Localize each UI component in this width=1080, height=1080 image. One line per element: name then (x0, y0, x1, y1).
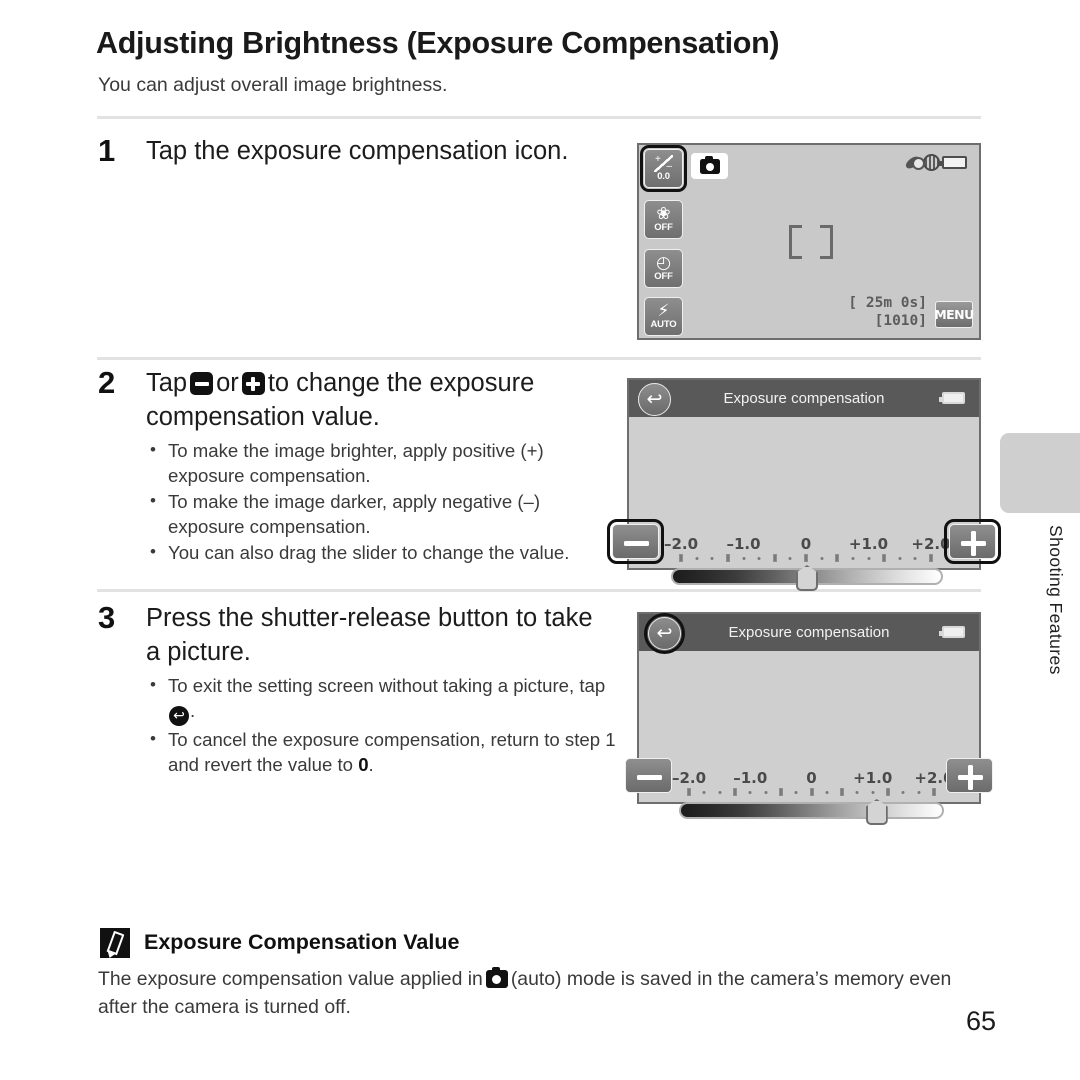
note-pencil-icon (100, 928, 130, 958)
bullet-text-part-1: To cancel the exposure compensation, ret… (168, 729, 616, 775)
side-tab-block (1000, 433, 1080, 513)
bullet-value: 0 (358, 754, 369, 775)
bullet-text-part-1: To exit the setting screen without takin… (168, 675, 606, 696)
increase-exposure-button[interactable] (946, 758, 993, 793)
step-1-heading: Tap the exposure compensation icon. (146, 137, 569, 165)
scale-label: –1.0 (726, 535, 761, 553)
time-remaining: [ 25m 0s] (848, 295, 927, 311)
step-1-number: 1 (98, 133, 116, 168)
divider-step2 (97, 357, 981, 360)
vibration-reduction-icon (905, 155, 921, 171)
manual-page: Adjusting Brightness (Exposure Compensat… (0, 0, 1080, 1080)
exposure-slider-thumb[interactable] (796, 565, 818, 591)
back-button[interactable]: ↩ (644, 613, 685, 654)
note-title: Exposure Compensation Value (144, 930, 460, 954)
scale-label: +1.0 (848, 535, 889, 553)
screen-title-bar: Exposure compensation (629, 380, 979, 417)
list-item: To cancel the exposure compensation, ret… (146, 726, 616, 777)
page-title: Adjusting Brightness (Exposure Compensat… (96, 26, 780, 60)
lightning-icon: ⚡ (657, 301, 670, 321)
flower-icon: ❀ (656, 204, 671, 224)
step-2-heading: Tap or to change the exposure compensation… (146, 366, 616, 434)
recording-counters: [ 25m 0s] [1010] (848, 294, 927, 330)
scale-ticks (679, 554, 933, 564)
divider-top (97, 116, 981, 119)
screen-title: Exposure compensation (728, 624, 890, 641)
page-subtitle: You can adjust overall image brightness. (98, 74, 448, 96)
exposure-slider-thumb[interactable] (865, 799, 888, 825)
battery-icon (939, 392, 965, 404)
plus-icon (241, 372, 265, 395)
exposure-slider-track[interactable] (679, 799, 944, 825)
page-number: 65 (965, 1006, 996, 1036)
decrease-exposure-button[interactable] (607, 519, 664, 564)
list-item: To exit the setting screen without takin… (146, 672, 616, 726)
scale-label: –2.0 (663, 535, 699, 553)
step-3-number: 3 (98, 600, 116, 635)
focus-area-brackets (789, 225, 833, 259)
ev-plus-minus-glyph: + – (654, 154, 673, 172)
screen-body: –2.0 –1.0 0 +1.0 +2.0 (639, 651, 979, 825)
status-indicators (905, 154, 967, 171)
list-item: To make the image brighter, apply positi… (146, 437, 616, 488)
decrease-exposure-button[interactable] (625, 758, 672, 793)
battery-icon (939, 156, 967, 169)
camera-icon (485, 967, 508, 988)
shooting-mode-badge (691, 153, 728, 179)
battery-icon (939, 626, 965, 638)
live-view-screen: + – 0.0 ❀ OFF ◴ OFF ⚡ AUTO [ 25m 0s] [10… (637, 143, 981, 340)
scale-label: 0 (806, 769, 817, 787)
screen-title: Exposure compensation (723, 390, 885, 407)
macro-mode-value: OFF (654, 222, 673, 233)
exposure-compensation-screen-step3: Exposure compensation –2.0 –1.0 0 +1.0 +… (625, 612, 993, 825)
exposure-compensation-icon[interactable]: + – 0.0 (640, 145, 687, 192)
step-2-heading-part-1: Tap (146, 369, 188, 397)
macro-mode-icon[interactable]: ❀ OFF (644, 200, 683, 239)
step-2-bullets: To make the image brighter, apply positi… (146, 437, 616, 566)
list-item: You can also drag the slider to change t… (146, 539, 616, 565)
step-2-number: 2 (98, 365, 116, 400)
step-2-heading-part-2: or (216, 369, 239, 397)
scale-label: –1.0 (733, 769, 768, 787)
screen-body: –2.0 –1.0 0 +1.0 +2.0 (629, 417, 979, 591)
shots-remaining: [1010] (874, 313, 927, 329)
note-body-part-1: The exposure compensation value applied … (98, 968, 483, 990)
motion-detection-icon (923, 154, 940, 171)
list-item: To make the image darker, apply negative… (146, 488, 616, 539)
scale-label: 0 (800, 535, 812, 553)
screen-title-bar: Exposure compensation (639, 614, 979, 651)
exposure-slider-track[interactable] (671, 565, 943, 591)
increase-exposure-button[interactable] (944, 519, 1001, 564)
minus-icon (190, 372, 214, 395)
flash-mode-value: AUTO (650, 319, 677, 330)
camera-icon (699, 155, 720, 174)
side-tab-label: Shooting Features (1046, 525, 1066, 675)
step-3-heading: Press the shutter-release button to take… (146, 604, 593, 666)
note-body: The exposure compensation value applied … (98, 965, 988, 1021)
pencil-icon (106, 930, 124, 956)
bullet-text-part-2: . (368, 754, 374, 775)
back-button[interactable]: ↩ (638, 383, 671, 416)
exposure-compensation-value: 0.0 (657, 171, 670, 182)
menu-button[interactable]: MENU (934, 301, 974, 328)
flash-mode-icon[interactable]: ⚡ AUTO (644, 297, 683, 336)
bullet-text-part-2: . (190, 700, 196, 721)
scale-label: –2.0 (671, 769, 707, 787)
scale-ticks (687, 788, 936, 798)
timer-icon: ◴ (656, 253, 671, 273)
step-3-bullets: To exit the setting screen without takin… (146, 672, 616, 778)
back-arrow-icon: ↩ (169, 706, 189, 726)
scale-label: +2.0 (911, 535, 951, 553)
divider-step3 (97, 589, 981, 592)
self-timer-icon[interactable]: ◴ OFF (644, 249, 683, 288)
self-timer-value: OFF (654, 271, 673, 282)
scale-label: +1.0 (853, 769, 893, 787)
exposure-compensation-screen-step2: Exposure compensation –2.0 –1.0 0 +1.0 +… (607, 378, 1001, 591)
